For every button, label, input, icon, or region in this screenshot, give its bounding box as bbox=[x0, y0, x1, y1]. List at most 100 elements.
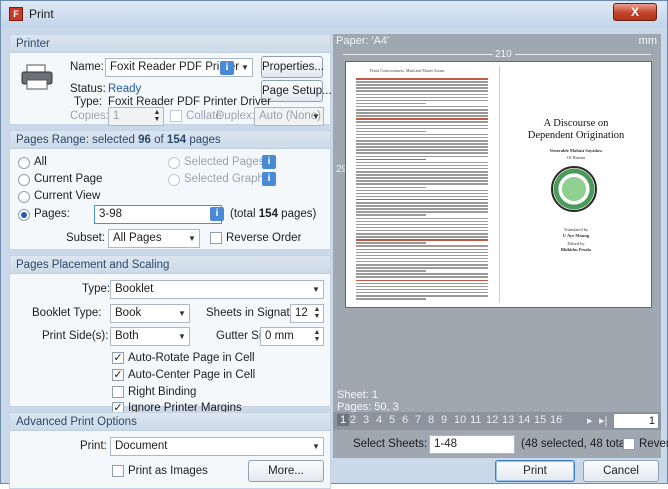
chevron-down-icon: ▼ bbox=[312, 285, 320, 294]
pages-radio[interactable] bbox=[18, 209, 30, 221]
selected-pages-radio[interactable] bbox=[168, 157, 180, 169]
current-view-radio[interactable] bbox=[18, 191, 30, 203]
ruler-line-left bbox=[343, 54, 493, 55]
copies-stepper[interactable]: 1 ▲ ▼ bbox=[108, 107, 164, 126]
right-binding-label: Right Binding bbox=[128, 386, 197, 398]
text-line bbox=[356, 81, 488, 83]
current-page-radio[interactable] bbox=[18, 174, 30, 186]
text-line bbox=[356, 211, 488, 213]
pager-page-3[interactable]: 3 bbox=[363, 414, 369, 426]
pages-info-icon[interactable]: i bbox=[210, 207, 224, 221]
pager-page-14[interactable]: 14 bbox=[518, 414, 530, 426]
print-sides-value: Both bbox=[115, 330, 139, 342]
pager-page-16[interactable]: 16 bbox=[550, 414, 562, 426]
select-sheets-label: Select Sheets: bbox=[353, 438, 428, 450]
text-line bbox=[356, 177, 488, 179]
text-line bbox=[356, 161, 488, 164]
text-line bbox=[356, 99, 488, 102]
ruler-line-right bbox=[515, 54, 651, 55]
auto-center-checkbox[interactable]: ✓ bbox=[112, 369, 124, 381]
pager-last-icon[interactable]: ▸| bbox=[599, 414, 607, 427]
pager-page-2[interactable]: 2 bbox=[350, 414, 356, 426]
properties-button[interactable]: Properties... bbox=[261, 56, 324, 78]
pager-page-input[interactable]: 1 bbox=[613, 413, 659, 429]
text-line bbox=[356, 260, 488, 263]
text-line bbox=[356, 149, 488, 151]
right-binding-checkbox[interactable] bbox=[112, 386, 124, 398]
pages-range-panel: Pages Range: selected 96 of 154 pages Al… bbox=[9, 130, 331, 250]
selected-graphic-radio[interactable] bbox=[168, 174, 180, 186]
select-sheets-input[interactable]: 1-48 bbox=[429, 435, 515, 454]
stepper-down-icon[interactable]: ▼ bbox=[312, 313, 322, 321]
status-value: Ready bbox=[108, 83, 142, 95]
text-line bbox=[356, 171, 488, 173]
collate-checkbox[interactable] bbox=[170, 110, 182, 122]
pager-page-4[interactable]: 4 bbox=[376, 414, 382, 426]
print-what-select[interactable]: Document ▼ bbox=[110, 437, 324, 456]
auto-rotate-checkbox[interactable]: ✓ bbox=[112, 352, 124, 364]
range-heading-of: of bbox=[154, 134, 164, 146]
text-line bbox=[356, 285, 488, 288]
text-line bbox=[356, 93, 488, 95]
duplex-select[interactable]: Auto (None) ▼ bbox=[254, 107, 324, 126]
book-author-sub: Of Burma bbox=[566, 155, 586, 160]
pager-next-icon[interactable]: ▸ bbox=[587, 414, 593, 427]
reverse-sheets-checkbox[interactable] bbox=[623, 438, 635, 450]
pager-page-11[interactable]: 11 bbox=[470, 414, 481, 426]
selected-pages-info-icon[interactable]: i bbox=[262, 155, 276, 169]
text-line bbox=[356, 242, 426, 244]
text-line bbox=[356, 143, 488, 145]
chevron-down-icon: ▼ bbox=[312, 112, 320, 121]
chevron-down-icon: ▼ bbox=[241, 63, 249, 72]
close-button[interactable]: X bbox=[613, 3, 657, 21]
pager-page-1[interactable]: 1 bbox=[337, 414, 350, 426]
all-radio[interactable] bbox=[18, 157, 30, 169]
sheets-in-signature-value: 12 bbox=[295, 307, 308, 319]
current-view-label: Current View bbox=[34, 190, 101, 202]
select-sheets-row: Select Sheets: 1-48 (48 selected, 48 tot… bbox=[333, 431, 668, 458]
sheet-info: Sheet: 1 Pages: 50, 3 bbox=[337, 389, 399, 413]
text-line bbox=[356, 109, 488, 111]
text-line bbox=[356, 189, 488, 192]
print-button[interactable]: Print bbox=[495, 460, 575, 482]
text-line bbox=[356, 140, 488, 142]
status-label: Status: bbox=[70, 83, 106, 95]
pager-page-9[interactable]: 9 bbox=[441, 414, 447, 426]
cancel-button[interactable]: Cancel bbox=[583, 460, 659, 482]
pager-page-6[interactable]: 6 bbox=[402, 414, 408, 426]
subset-label: Subset: bbox=[66, 232, 105, 244]
subset-select[interactable]: All Pages ▼ bbox=[108, 229, 200, 248]
sheets-in-signature-stepper[interactable]: 12 ▲ ▼ bbox=[290, 304, 324, 323]
edited-by-label: Edited by bbox=[567, 241, 585, 246]
pager-page-8[interactable]: 8 bbox=[428, 414, 434, 426]
type-select[interactable]: Booklet ▼ bbox=[110, 280, 324, 299]
text-line bbox=[356, 152, 488, 154]
text-line bbox=[356, 112, 488, 114]
printer-info-icon[interactable]: i bbox=[220, 61, 234, 75]
pager-page-7[interactable]: 7 bbox=[415, 414, 421, 426]
stepper-down-icon[interactable]: ▼ bbox=[152, 116, 162, 124]
text-line bbox=[356, 133, 488, 136]
pager-page-12[interactable]: 12 bbox=[486, 414, 498, 426]
print-sides-select[interactable]: Both ▼ bbox=[110, 327, 190, 346]
pager-page-15[interactable]: 15 bbox=[534, 414, 546, 426]
selected-pages-label: Selected Pages bbox=[184, 156, 265, 168]
stepper-down-icon[interactable]: ▼ bbox=[312, 336, 322, 344]
pager-page-10[interactable]: 10 bbox=[454, 414, 466, 426]
text-line bbox=[356, 105, 488, 108]
gutter-size-stepper[interactable]: 0 mm ▲ ▼ bbox=[260, 327, 324, 346]
reverse-order-checkbox[interactable] bbox=[210, 232, 222, 244]
text-line bbox=[356, 208, 488, 210]
type-value: Booklet bbox=[115, 283, 154, 295]
pages-range-title: Pages Range: selected 96 of 154 pages bbox=[10, 131, 330, 149]
pager-page-5[interactable]: 5 bbox=[389, 414, 395, 426]
text-line bbox=[356, 264, 488, 266]
chevron-down-icon: ▼ bbox=[178, 332, 186, 341]
pages-label: Pages: bbox=[34, 208, 70, 220]
booklet-type-select[interactable]: Book ▼ bbox=[110, 304, 190, 323]
pages-input[interactable]: 3-98 bbox=[94, 205, 222, 224]
selected-graphic-info-icon[interactable]: i bbox=[262, 172, 276, 186]
text-line bbox=[356, 102, 426, 105]
pager-page-13[interactable]: 13 bbox=[502, 414, 514, 426]
text-line bbox=[356, 248, 488, 250]
